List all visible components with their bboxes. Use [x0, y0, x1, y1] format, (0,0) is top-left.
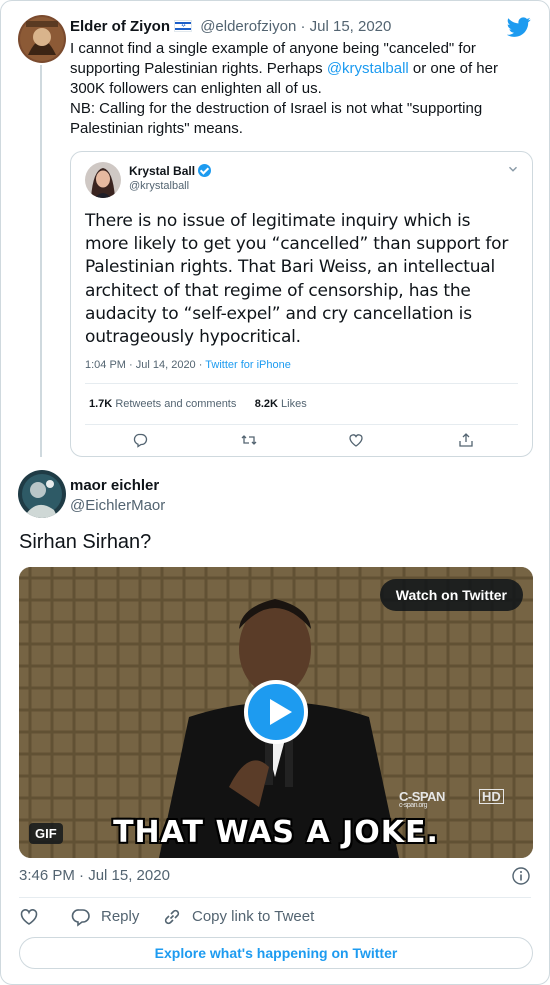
- cspan-logo: C-SPAN c-span.org: [399, 789, 445, 809]
- verified-badge-icon: [198, 164, 212, 177]
- parent-tweet-text: I cannot find a single example of anyone…: [70, 39, 530, 139]
- avatar-krystal-ball[interactable]: [85, 162, 121, 198]
- retweets-count[interactable]: 1.7K: [89, 398, 112, 410]
- divider: [19, 897, 531, 898]
- parent-author-handle[interactable]: @elderofziyon: [200, 18, 296, 35]
- info-icon[interactable]: [511, 866, 531, 886]
- israel-flag-icon: ✡: [174, 20, 193, 32]
- parent-tweet-header: Elder of Ziyon ✡ @elderofziyon · Jul 15, …: [70, 17, 391, 37]
- chevron-down-icon[interactable]: [508, 164, 518, 174]
- quoted-tweet-meta: 1:04 PM · Jul 14, 2020 · Twitter for iPh…: [85, 359, 291, 371]
- likes-count[interactable]: 8.2K: [255, 398, 278, 410]
- parent-author-name[interactable]: Elder of Ziyon: [70, 18, 170, 35]
- like-heart-icon[interactable]: [348, 432, 364, 448]
- watch-on-twitter-button[interactable]: Watch on Twitter: [379, 579, 523, 611]
- avatar-maor-eichler[interactable]: [18, 470, 66, 518]
- twitter-bird-icon[interactable]: [507, 15, 531, 39]
- reply-button[interactable]: Reply: [71, 906, 171, 928]
- quoted-tweet-stats: 1.7K Retweets and comments 8.2K Likes: [89, 398, 307, 410]
- likes-label[interactable]: Likes: [281, 398, 307, 410]
- retweets-label[interactable]: Retweets and comments: [115, 398, 236, 410]
- reply-timestamp[interactable]: 3:46 PM · Jul 15, 2020: [19, 867, 170, 884]
- quoted-tweet-actions: [71, 432, 532, 452]
- reply-icon: [71, 909, 90, 927]
- hd-badge: HD: [479, 789, 504, 804]
- quoted-tweet-card[interactable]: Krystal Ball @krystalball There is no is…: [70, 151, 533, 457]
- quoted-tweet-text: There is no issue of legitimate inquiry …: [85, 211, 509, 348]
- parent-date[interactable]: Jul 15, 2020: [310, 18, 392, 35]
- tweet-source-link[interactable]: Twitter for iPhone: [205, 359, 291, 371]
- thread-line: [40, 65, 42, 457]
- parent-text-note: NB: Calling for the destruction of Israe…: [70, 100, 483, 137]
- explore-button[interactable]: Explore what's happening on Twitter: [19, 937, 533, 969]
- gif-caption: THAT WAS A JOKE.: [113, 815, 439, 850]
- reply-author-handle[interactable]: @EichlerMaor: [70, 497, 165, 514]
- gif-badge: GIF: [29, 823, 63, 844]
- quoted-author-name-text: Krystal Ball: [129, 164, 196, 178]
- avatar-elder-of-ziyon[interactable]: [18, 15, 66, 63]
- quoted-author-handle[interactable]: @krystalball: [129, 180, 189, 192]
- retweet-icon[interactable]: [241, 432, 257, 448]
- reply-author-name[interactable]: maor eichler: [70, 477, 159, 494]
- divider: [85, 383, 518, 384]
- gif-media[interactable]: Watch on Twitter C-SPAN c-span.org HD THA…: [19, 567, 533, 858]
- link-icon: [164, 909, 180, 925]
- header-separator: ·: [300, 18, 306, 35]
- quoted-tweet-time[interactable]: 1:04 PM · Jul 14, 2020 ·: [85, 359, 205, 371]
- like-button[interactable]: [19, 906, 41, 928]
- play-button-icon[interactable]: [244, 680, 308, 744]
- mention-link[interactable]: @krystalball: [327, 60, 409, 77]
- tweet-embed: Elder of Ziyon ✡ @elderofziyon · Jul 15, …: [0, 0, 550, 985]
- share-icon[interactable]: [458, 432, 474, 448]
- reply-tweet-text: Sirhan Sirhan?: [19, 531, 152, 553]
- reply-label: Reply: [101, 908, 140, 925]
- copy-link-button[interactable]: Copy link to Tweet: [162, 906, 362, 928]
- divider: [85, 424, 518, 425]
- reply-icon[interactable]: [132, 432, 148, 448]
- quoted-author-name[interactable]: Krystal Ball: [129, 164, 212, 178]
- copy-link-label: Copy link to Tweet: [192, 908, 315, 925]
- heart-icon: [20, 909, 38, 925]
